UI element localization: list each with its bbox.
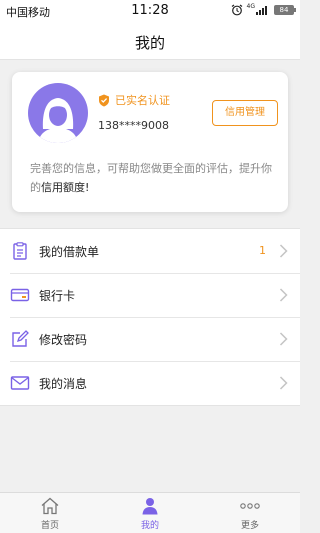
network-type: 4G [246, 3, 255, 10]
credit-management-button[interactable]: 信用管理 [212, 100, 278, 126]
menu-item-bank-card[interactable]: 银行卡 [0, 273, 300, 317]
page-title: 我的 [134, 34, 165, 52]
verification-status: 已实名认证 [98, 92, 170, 108]
battery-level: 84 [279, 6, 289, 14]
menu-item-label: 我的消息 [39, 377, 88, 391]
menu-item-change-password[interactable]: 修改密码 [0, 317, 300, 361]
status-bar: 中国移动 11:28 4G 84 [0, 0, 300, 22]
battery-icon: 84 [274, 5, 296, 15]
profile-hint: 完善您的信息，可帮助您做更全面的评估，提升你的信用额度! [30, 159, 276, 197]
tab-home[interactable]: 首页 [0, 493, 100, 533]
chevron-right-icon [279, 376, 288, 390]
menu-item-messages[interactable]: 我的消息 [0, 361, 300, 405]
clipboard-icon [13, 242, 27, 260]
menu-item-loans[interactable]: 我的借款单 1 [0, 229, 300, 273]
alarm-icon [231, 4, 242, 16]
signal-icon [256, 6, 267, 15]
card-icon [10, 288, 30, 302]
tab-label: 首页 [40, 521, 59, 531]
menu-item-label: 我的借款单 [39, 245, 100, 259]
tab-label: 更多 [240, 521, 259, 531]
mail-icon [10, 376, 30, 390]
tab-more[interactable]: 更多 [200, 493, 300, 533]
more-icon [240, 503, 260, 509]
tab-bar: 首页 我的 更多 [0, 492, 300, 533]
user-icon [142, 498, 158, 515]
home-icon [41, 497, 59, 515]
status-icons: 4G 84 [231, 3, 296, 16]
shield-check-icon [99, 94, 109, 106]
menu-item-label: 修改密码 [39, 333, 88, 347]
menu-item-label: 银行卡 [39, 289, 76, 303]
avatar[interactable] [28, 83, 88, 143]
verified-label: 已实名认证 [115, 94, 170, 107]
menu-list: 我的借款单 1 银行卡 修改密码 我的消息 [0, 228, 300, 406]
edit-icon [12, 330, 29, 347]
loan-count-badge: 1 [259, 244, 266, 257]
phone-number: 138****9008 [98, 119, 169, 132]
profile-card: 已实名认证 138****9008 信用管理 完善您的信息，可帮助您做更全面的评… [12, 72, 288, 212]
tab-mine[interactable]: 我的 [100, 493, 200, 533]
tab-label: 我的 [140, 521, 159, 531]
female-avatar-icon [38, 98, 78, 143]
chevron-right-icon [279, 244, 288, 258]
chevron-right-icon [279, 288, 288, 302]
chevron-right-icon [279, 332, 288, 346]
nav-bar: 我的 [0, 22, 300, 60]
credit-limit-highlight: 信用额度! [41, 181, 90, 194]
